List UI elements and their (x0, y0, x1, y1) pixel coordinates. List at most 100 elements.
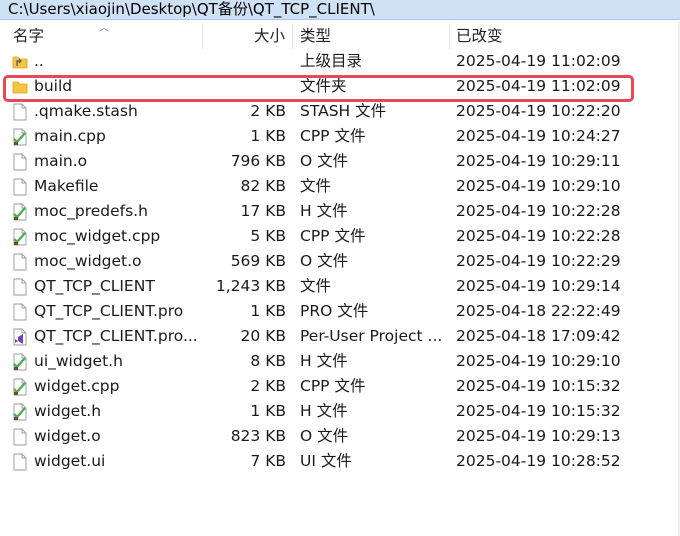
file-size: 17 KB (240, 202, 286, 220)
vs-project-file-icon (12, 324, 30, 349)
file-size: 1 KB (250, 302, 286, 320)
file-row[interactable]: moc_predefs.h 17 KB H 文件 2025-04-19 10:22:2… (0, 199, 680, 224)
path-bar[interactable]: C:\Users\xiaojin\Desktop\QT备份\QT_TCP_CLI… (0, 0, 680, 20)
file-name: widget.cpp (34, 377, 120, 395)
file-size: 20 KB (240, 327, 286, 345)
file-modified: 2025-04-19 10:29:13 (456, 427, 621, 445)
file-row[interactable]: .. 上级目录 2025-04-19 11:02:09 (0, 49, 680, 74)
file-type: 上级目录 (300, 52, 363, 70)
file-type: H 文件 (300, 352, 348, 370)
file-name: moc_predefs.h (34, 202, 148, 220)
file-modified: 2025-04-19 10:29:10 (456, 177, 621, 195)
file-row[interactable]: widget.cpp 2 KB CPP 文件 2025-04-19 10:15:32 (0, 374, 680, 399)
file-type: O 文件 (300, 152, 349, 170)
file-size: 2 KB (250, 102, 286, 120)
file-name: main.cpp (34, 127, 106, 145)
file-type: PRO 文件 (300, 302, 369, 320)
file-row[interactable]: QT_TCP_CLIENT 1,243 KB 文件 2025-04-19 10:29:… (0, 274, 680, 299)
file-name: widget.ui (34, 452, 106, 470)
file-icon (12, 249, 30, 274)
file-modified: 2025-04-19 10:29:11 (456, 152, 621, 170)
file-row[interactable]: .qmake.stash 2 KB STASH 文件 2025-04-19 10:22… (0, 99, 680, 124)
file-name: moc_widget.o (34, 252, 142, 270)
column-divider[interactable] (292, 23, 293, 49)
file-row[interactable]: moc_widget.cpp 5 KB CPP 文件 2025-04-19 10:22… (0, 224, 680, 249)
sort-ascending-icon: ︿ (99, 23, 109, 34)
file-modified: 2025-04-18 22:22:49 (456, 302, 621, 320)
file-size: 5 KB (250, 227, 286, 245)
file-name: widget.o (34, 427, 101, 445)
file-row[interactable]: moc_widget.o 569 KB O 文件 2025-04-19 10:22:2… (0, 249, 680, 274)
file-name: moc_widget.cpp (34, 227, 161, 245)
source-file-icon (12, 349, 30, 374)
file-modified: 2025-04-19 10:22:20 (456, 102, 621, 120)
file-size (206, 49, 286, 74)
file-type: H 文件 (300, 202, 348, 220)
file-name: .qmake.stash (34, 102, 138, 120)
file-type: H 文件 (300, 402, 348, 420)
file-name: QT_TCP_CLIENT.pro (34, 302, 184, 320)
file-size: 1 KB (250, 402, 286, 420)
source-file-icon (12, 124, 30, 149)
file-modified: 2025-04-19 10:15:32 (456, 377, 621, 395)
file-name: .. (34, 52, 44, 70)
column-name-header[interactable]: 名字 (13, 21, 44, 49)
file-type: 文件 (300, 177, 332, 195)
file-row[interactable]: widget.o 823 KB O 文件 2025-04-19 10:29:13 (0, 424, 680, 449)
source-file-icon (12, 199, 30, 224)
file-modified: 2025-04-18 17:09:42 (456, 327, 621, 345)
column-type-header[interactable]: 类型 (300, 21, 331, 49)
file-name: QT_TCP_CLIENT (34, 277, 155, 295)
column-divider[interactable] (202, 23, 203, 49)
file-modified: 2025-04-19 11:02:09 (456, 52, 621, 70)
file-type: CPP 文件 (300, 127, 366, 145)
file-type: 文件 (300, 277, 332, 295)
file-name: ui_widget.h (34, 352, 123, 370)
source-file-icon (12, 374, 30, 399)
file-size: 1 KB (250, 127, 286, 145)
file-row[interactable]: widget.h 1 KB H 文件 2025-04-19 10:15:32 (0, 399, 680, 424)
column-divider[interactable] (449, 23, 450, 49)
file-icon (12, 174, 30, 199)
file-name: Makefile (34, 177, 99, 195)
file-type: O 文件 (300, 252, 349, 270)
file-row[interactable]: ui_widget.h 8 KB H 文件 2025-04-19 10:29:10 (0, 349, 680, 374)
file-list: .. 上级目录 2025-04-19 11:02:09 build 文件夹 2025-04… (0, 49, 680, 474)
file-row[interactable]: QT_TCP_CLIENT.pro... 20 KB Per-User Projec… (0, 324, 680, 349)
source-file-icon (12, 399, 30, 424)
file-size: 1,243 KB (215, 277, 286, 295)
file-name: main.o (34, 152, 88, 170)
file-size: 8 KB (250, 352, 286, 370)
file-row[interactable]: Makefile 82 KB 文件 2025-04-19 10:29:10 (0, 174, 680, 199)
file-type: STASH 文件 (300, 102, 387, 120)
column-size-header[interactable]: 大小 (254, 21, 285, 49)
file-modified: 2025-04-19 10:22:28 (456, 227, 621, 245)
file-icon (12, 99, 30, 124)
column-modified-header[interactable]: 已改变 (456, 21, 503, 49)
column-header: 名字 ︿ 大小 类型 已改变 (0, 21, 680, 49)
file-modified: 2025-04-19 10:28:52 (456, 452, 621, 470)
file-size: 2 KB (250, 377, 286, 395)
file-row[interactable]: QT_TCP_CLIENT.pro 1 KB PRO 文件 2025-04-18 22… (0, 299, 680, 324)
file-type: O 文件 (300, 427, 349, 445)
file-size: 82 KB (240, 177, 286, 195)
file-modified: 2025-04-19 10:15:32 (456, 402, 621, 420)
file-name: QT_TCP_CLIENT.pro... (34, 327, 198, 345)
file-row[interactable]: widget.ui 7 KB UI 文件 2025-04-19 10:28:52 (0, 449, 680, 474)
file-modified: 2025-04-19 10:29:10 (456, 352, 621, 370)
file-size: 823 KB (230, 427, 286, 445)
file-modified: 2025-04-19 10:22:28 (456, 202, 621, 220)
source-file-icon (12, 224, 30, 249)
file-icon (12, 449, 30, 474)
file-icon (12, 149, 30, 174)
file-row[interactable]: main.cpp 1 KB CPP 文件 2025-04-19 10:24:27 (0, 124, 680, 149)
file-row[interactable]: main.o 796 KB O 文件 2025-04-19 10:29:11 (0, 149, 680, 174)
file-modified: 2025-04-19 10:29:14 (456, 277, 621, 295)
file-type: CPP 文件 (300, 377, 366, 395)
file-icon (12, 424, 30, 449)
path-text: C:\Users\xiaojin\Desktop\QT备份\QT_TCP_CLI… (8, 0, 375, 18)
file-type: Per-User Project ... (300, 327, 443, 345)
file-size: 796 KB (230, 152, 286, 170)
file-name: widget.h (34, 402, 102, 420)
highlight-box (3, 75, 634, 102)
